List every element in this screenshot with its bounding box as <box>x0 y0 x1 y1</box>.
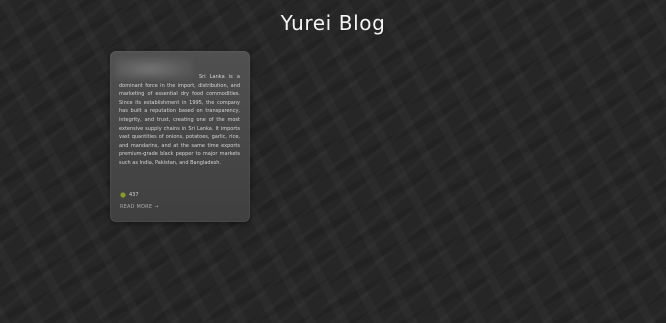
eye-icon <box>120 192 126 198</box>
arrow-right-icon: → <box>154 204 159 210</box>
read-more-label: READ MORE <box>120 204 153 210</box>
page-title: Yurei Blog <box>280 11 386 35</box>
read-more-link[interactable]: READ MORE → <box>120 204 159 210</box>
post-stats: 437 <box>120 192 139 198</box>
view-count: 437 <box>129 192 139 198</box>
post-excerpt: Sri Lanka is a dominant force in the imp… <box>119 74 240 166</box>
post-card[interactable]: Sri Lanka is a dominant force in the imp… <box>110 51 250 222</box>
